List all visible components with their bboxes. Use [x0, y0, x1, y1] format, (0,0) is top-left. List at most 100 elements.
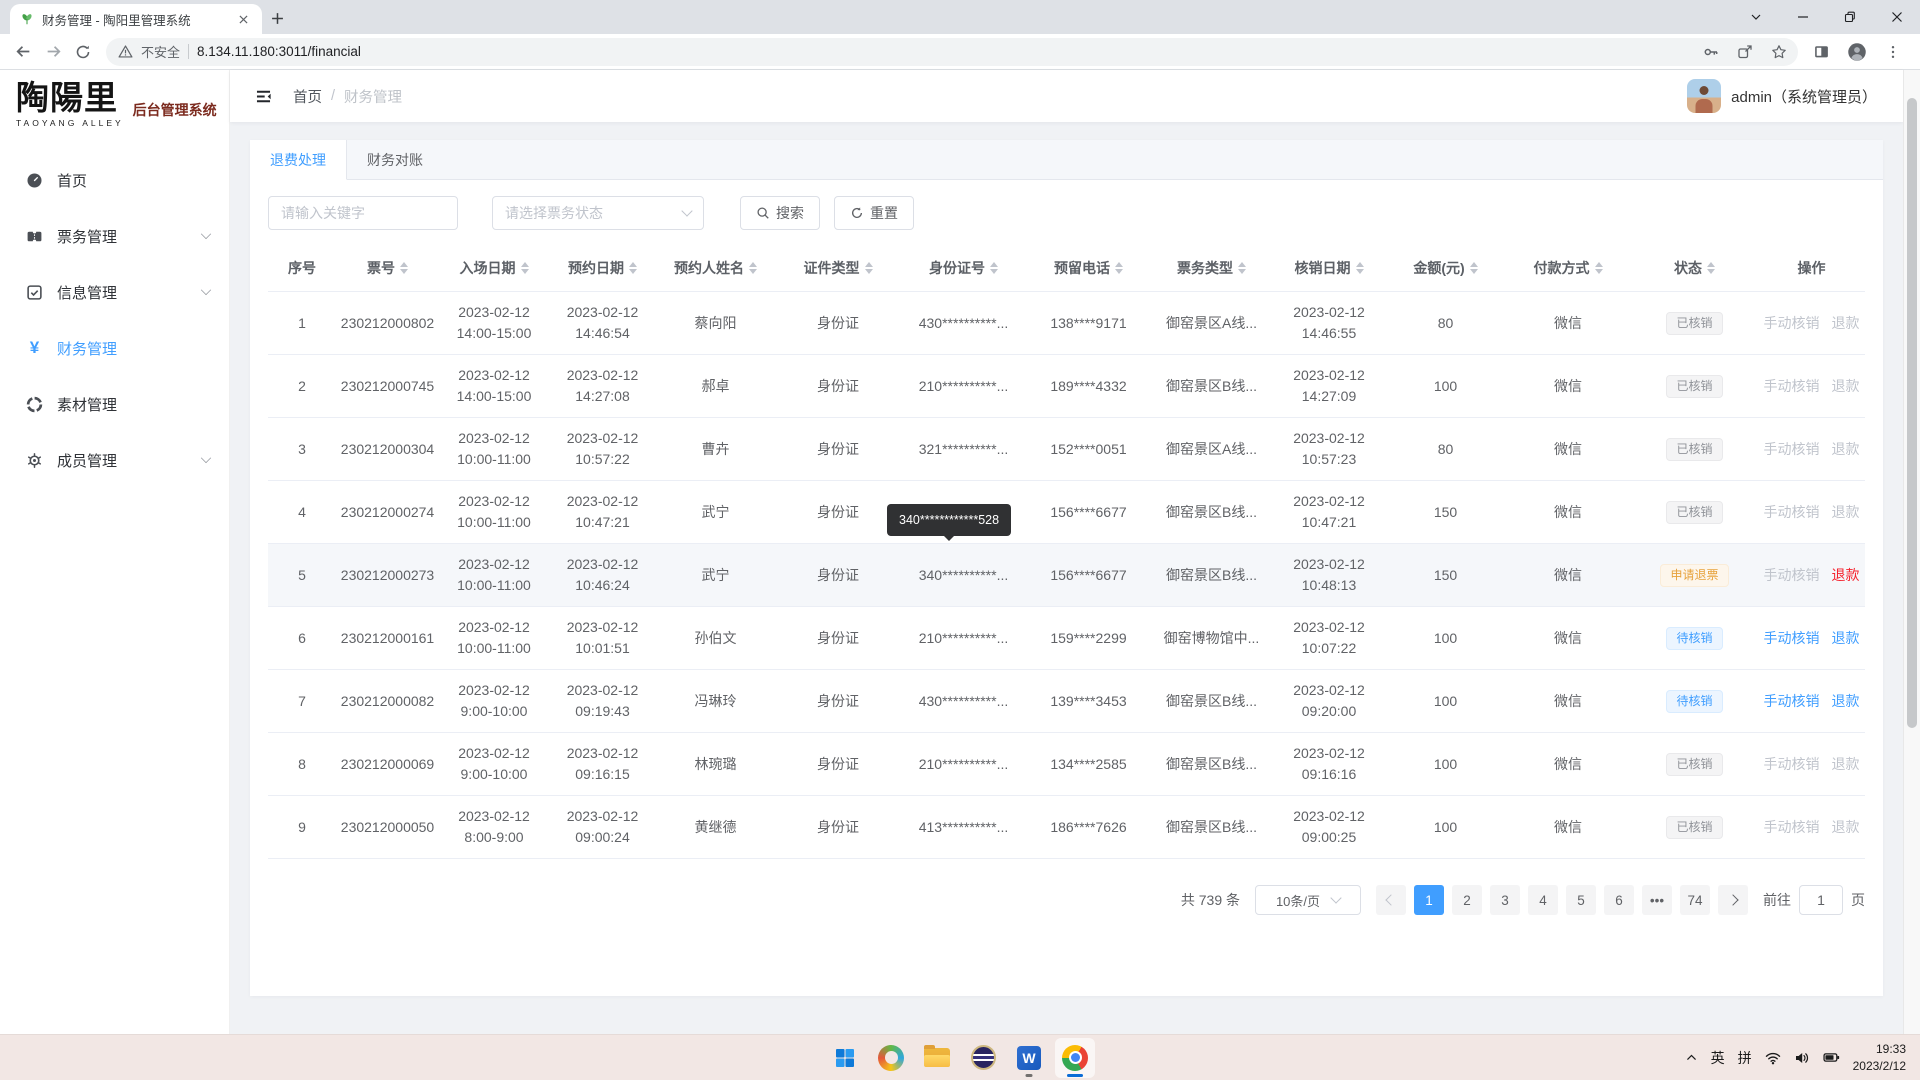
taskbar-clock[interactable]: 19:33 2023/2/12: [1853, 1041, 1906, 1073]
file-explorer-icon[interactable]: [917, 1038, 957, 1078]
sidebar-item-finance[interactable]: ¥ 财务管理: [0, 320, 229, 376]
refund-link[interactable]: 退款: [1832, 754, 1860, 775]
battery-icon[interactable]: [1823, 1049, 1840, 1066]
sort-icon[interactable]: [1707, 262, 1715, 274]
ticket-status-select[interactable]: 请选择票务状态: [492, 196, 704, 230]
menu-dots-icon[interactable]: [1878, 37, 1908, 67]
sidebar-item-info[interactable]: 信息管理: [0, 264, 229, 320]
sidebar-item-tickets[interactable]: 票务管理: [0, 208, 229, 264]
page-button-2[interactable]: 2: [1452, 885, 1482, 915]
sort-icon[interactable]: [1470, 262, 1478, 274]
window-chevron-icon[interactable]: [1732, 0, 1779, 34]
ime-pinyin-indicator[interactable]: 拼: [1738, 1048, 1752, 1068]
keyword-input[interactable]: 请输入关键字: [268, 196, 458, 230]
page-button-3[interactable]: 3: [1490, 885, 1520, 915]
collapse-menu-icon[interactable]: [254, 87, 273, 106]
sidebar-item-assets[interactable]: 素材管理: [0, 376, 229, 432]
security-warning-icon[interactable]: [118, 44, 133, 59]
refund-link[interactable]: 退款: [1832, 691, 1860, 712]
sort-icon[interactable]: [1356, 262, 1364, 274]
volume-icon[interactable]: [1794, 1050, 1810, 1066]
sort-icon[interactable]: [990, 262, 998, 274]
window-close-icon[interactable]: [1873, 0, 1920, 34]
sort-icon[interactable]: [865, 262, 873, 274]
manual-verify-link[interactable]: 手动核销: [1764, 817, 1820, 838]
tab-financial-reconciliation[interactable]: 财务对账: [347, 140, 443, 179]
side-panel-icon[interactable]: [1806, 37, 1836, 67]
sort-icon[interactable]: [521, 262, 529, 274]
sort-icon[interactable]: [1595, 262, 1603, 274]
breadcrumb-home[interactable]: 首页: [293, 86, 322, 107]
card-body: 请输入关键字 请选择票务状态 搜索 重置: [250, 180, 1883, 996]
manual-verify-link[interactable]: 手动核销: [1764, 439, 1820, 460]
tab-close-icon[interactable]: [234, 10, 252, 28]
sort-icon[interactable]: [400, 262, 408, 274]
cell-status: 申请退票: [1631, 558, 1758, 593]
tray-chevron-up-icon[interactable]: [1685, 1051, 1698, 1064]
window-restore-icon[interactable]: [1826, 0, 1873, 34]
manual-verify-link[interactable]: 手动核销: [1764, 376, 1820, 397]
manual-verify-link[interactable]: 手动核销: [1764, 313, 1820, 334]
status-badge: 申请退票: [1660, 564, 1728, 587]
sidebar-item-home[interactable]: 首页: [0, 152, 229, 208]
user-menu[interactable]: admin（系统管理员）: [1687, 79, 1877, 113]
back-icon[interactable]: [8, 37, 38, 67]
window-minimize-icon[interactable]: [1779, 0, 1826, 34]
password-key-icon[interactable]: [1698, 39, 1724, 65]
page-scrollbar[interactable]: [1903, 70, 1920, 1034]
manual-verify-link[interactable]: 手动核销: [1764, 502, 1820, 523]
scrollbar-thumb[interactable]: [1907, 98, 1917, 728]
address-bar[interactable]: 不安全 8.134.11.180:3011/financial: [106, 38, 1798, 66]
refund-link[interactable]: 退款: [1832, 502, 1860, 523]
more-pages-button[interactable]: •••: [1642, 885, 1672, 915]
chrome-icon[interactable]: [1055, 1038, 1095, 1078]
sort-icon[interactable]: [749, 262, 757, 274]
page-button-1[interactable]: 1: [1414, 885, 1444, 915]
sidebar-item-members[interactable]: 成员管理: [0, 432, 229, 488]
page-button-6[interactable]: 6: [1604, 885, 1634, 915]
refund-link[interactable]: 退款: [1832, 817, 1860, 838]
next-page-button[interactable]: [1718, 885, 1748, 915]
url-text[interactable]: 8.134.11.180:3011/financial: [197, 44, 1690, 59]
refund-link[interactable]: 退款: [1832, 565, 1860, 586]
goto-page-input[interactable]: 1: [1799, 885, 1843, 915]
forward-icon[interactable]: [38, 37, 68, 67]
card-tabs: 退费处理 财务对账: [250, 140, 1883, 180]
page-button-74[interactable]: 74: [1680, 885, 1710, 915]
word-icon[interactable]: W: [1009, 1038, 1049, 1078]
refund-link[interactable]: 退款: [1832, 313, 1860, 334]
refund-link[interactable]: 退款: [1832, 628, 1860, 649]
page-button-5[interactable]: 5: [1566, 885, 1596, 915]
wifi-icon[interactable]: [1765, 1050, 1781, 1066]
manual-verify-link[interactable]: 手动核销: [1764, 691, 1820, 712]
sidebar-item-label: 素材管理: [57, 394, 117, 415]
sort-icon[interactable]: [629, 262, 637, 274]
ime-latin-indicator[interactable]: 英: [1711, 1048, 1725, 1068]
navicat-icon[interactable]: [871, 1038, 911, 1078]
bookmark-star-icon[interactable]: [1766, 39, 1792, 65]
prev-page-button[interactable]: [1376, 885, 1406, 915]
reset-button[interactable]: 重置: [834, 196, 914, 230]
cell-name: 武宁: [656, 496, 775, 529]
search-button[interactable]: 搜索: [740, 196, 820, 230]
sort-icon[interactable]: [1115, 262, 1123, 274]
manual-verify-link[interactable]: 手动核销: [1764, 565, 1820, 586]
start-button[interactable]: [825, 1038, 865, 1078]
manual-verify-link[interactable]: 手动核销: [1764, 754, 1820, 775]
tab-refund-processing[interactable]: 退费处理: [250, 140, 347, 180]
new-tab-button[interactable]: [262, 3, 292, 33]
eclipse-icon[interactable]: [963, 1038, 1003, 1078]
page-button-4[interactable]: 4: [1528, 885, 1558, 915]
cell-payment: 微信: [1505, 433, 1631, 466]
sidebar-item-label: 财务管理: [57, 338, 117, 359]
sort-icon[interactable]: [1238, 262, 1246, 274]
manual-verify-link[interactable]: 手动核销: [1764, 628, 1820, 649]
refund-link[interactable]: 退款: [1832, 376, 1860, 397]
reload-icon[interactable]: [68, 37, 98, 67]
share-icon[interactable]: [1732, 39, 1758, 65]
refund-link[interactable]: 退款: [1832, 439, 1860, 460]
page-size-select[interactable]: 10条/页: [1255, 885, 1361, 915]
security-label[interactable]: 不安全: [141, 42, 180, 61]
profile-avatar-icon[interactable]: [1842, 37, 1872, 67]
browser-tab[interactable]: 财务管理 - 陶阳里管理系统: [10, 4, 262, 34]
